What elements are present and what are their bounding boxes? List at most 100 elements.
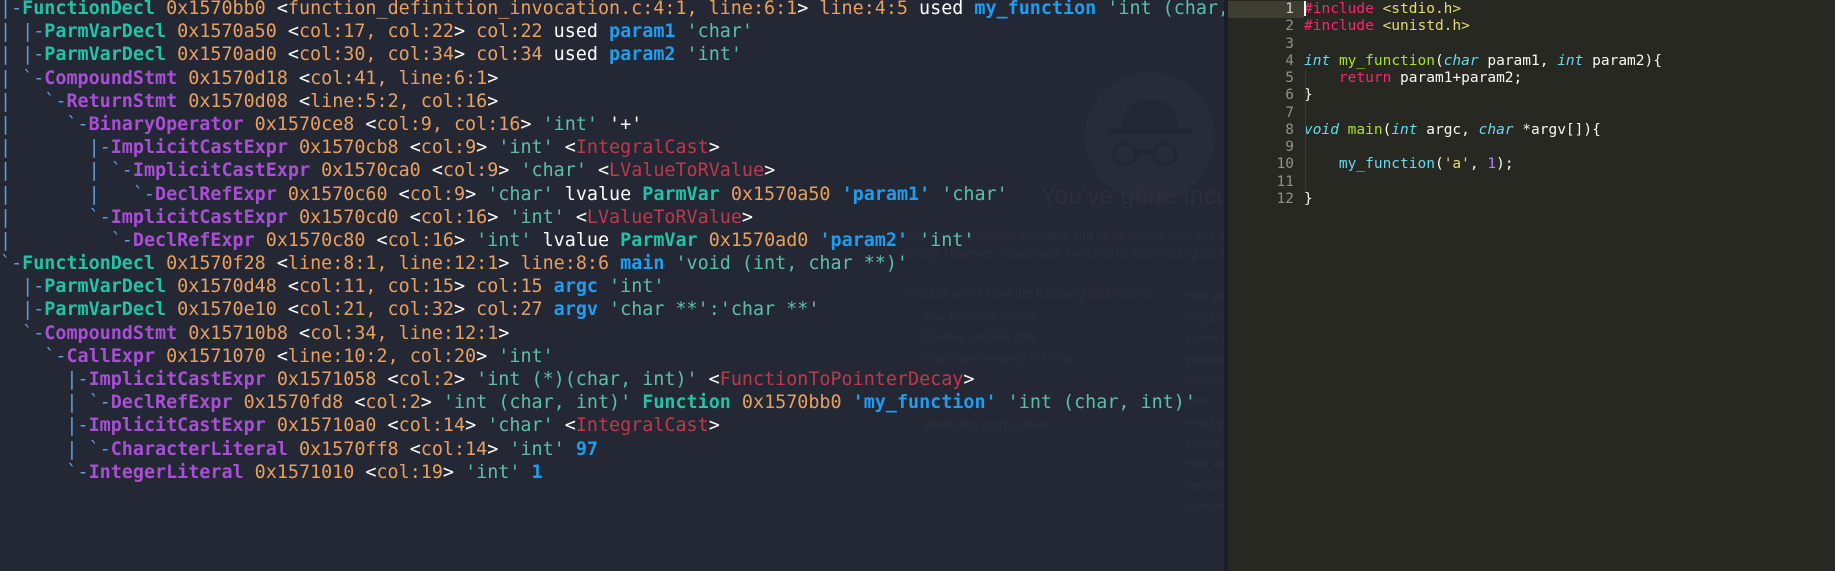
ast-token: 0x1570c60	[287, 183, 388, 205]
ast-token: 0x1571070	[166, 345, 266, 367]
ast-token: ParmVarDecl	[44, 276, 167, 298]
code-editor-panel[interactable]: 1 2 3 4 5 6 7 8 9 10 11 12 #include <stdio.h> #inclu…	[1228, 0, 1835, 571]
code-token: char	[1443, 52, 1479, 69]
ast-token	[808, 230, 819, 251]
ast-token: line:4:5	[819, 0, 908, 19]
ast-token: <	[354, 113, 377, 135]
ast-token: ParmVarDecl	[44, 44, 167, 66]
ast-token: 0x1570fd8	[243, 392, 344, 414]
ast-token: |-	[0, 369, 89, 390]
code-token: 1	[1487, 156, 1497, 173]
ast-token: | | `-	[0, 160, 133, 182]
code-token: argc,	[1417, 121, 1479, 138]
code-line[interactable]: #include <unistd.h>	[1304, 18, 1662, 35]
ast-token: `-	[0, 461, 89, 483]
ast-dump-output: |-FunctionDecl 0x1570bb0 <function_defin…	[0, 0, 1228, 484]
code-token: char	[1478, 121, 1514, 138]
ast-token: 'int (char, int)'	[442, 392, 632, 414]
line-number: 3	[1285, 35, 1294, 52]
ast-line: `-FunctionDecl 0x1570f28 <line:8:1, line…	[0, 252, 1228, 275]
ast-token: lvalue	[553, 183, 643, 205]
ast-token	[997, 392, 1008, 413]
ast-token: >	[520, 113, 532, 135]
ast-token: >	[442, 461, 454, 483]
ast-token: 0x1570ad0	[708, 229, 809, 251]
code-line[interactable]	[1304, 104, 1662, 123]
ast-token: `-	[0, 345, 67, 367]
ast-token: col:15	[476, 276, 543, 298]
ast-token	[498, 207, 509, 228]
ast-token: col:41, line:6:1	[310, 67, 488, 89]
ast-token: lvalue	[531, 229, 621, 251]
ast-token	[520, 462, 531, 483]
ast-token: >	[454, 21, 466, 43]
ast-token: | |-	[0, 21, 45, 43]
code-line[interactable]: }	[1304, 191, 1662, 208]
code-line[interactable]: void main(int argc, char *argv[]){	[1304, 121, 1662, 140]
ast-token: 0x1570f28	[166, 253, 266, 275]
ast-token: DeclRefExpr	[155, 183, 277, 205]
ast-token: <	[398, 438, 421, 460]
ast-token: IntegerLiteral	[88, 461, 244, 483]
ast-token: IntegralCast	[575, 137, 709, 159]
ast-token: 'char'	[686, 21, 753, 43]
ast-token: | `-	[0, 229, 133, 251]
ast-token: ParmVar	[642, 183, 720, 205]
ast-token	[465, 21, 476, 42]
ast-token: ImplicitCastExpr	[132, 160, 311, 182]
ast-token: 'int'	[609, 276, 665, 298]
ast-line: | `-ReturnStmt 0x1570d08 <line:5:2, col:…	[0, 90, 1228, 113]
ast-token: 'int'	[542, 113, 598, 135]
ast-token: 'int (char, int)'	[1007, 392, 1196, 414]
ast-token: <	[265, 253, 288, 275]
code-line[interactable]: }	[1304, 87, 1662, 105]
ast-token: 'param2'	[819, 229, 909, 251]
code-token: (	[1434, 156, 1444, 173]
editor-code-area[interactable]: #include <stdio.h> #include <unistd.h> in…	[1304, 1, 1662, 208]
ast-token	[277, 184, 288, 205]
ast-token: col:9	[409, 183, 466, 205]
code-line[interactable]: int my_function(char param1, int param2)…	[1304, 53, 1662, 70]
ast-token	[598, 276, 609, 297]
ast-token: <	[265, 345, 288, 367]
ast-token	[155, 0, 166, 19]
ast-token: col:11, col:15	[298, 276, 454, 298]
line-number: 2	[1285, 18, 1294, 35]
code-line[interactable]: #include <stdio.h>	[1304, 1, 1662, 18]
ast-token	[720, 184, 731, 205]
ast-token: <	[398, 137, 421, 159]
code-line[interactable]	[1304, 173, 1662, 192]
code-token: );	[1496, 156, 1514, 173]
ast-token: LValueToRValue	[586, 206, 742, 228]
ast-token	[509, 160, 520, 181]
ast-token: <	[354, 461, 377, 483]
ast-token: 'int'	[686, 44, 742, 66]
ast-token: >	[708, 137, 720, 159]
ast-token: 'int'	[498, 345, 554, 367]
ast-token: <	[365, 229, 388, 251]
ast-token	[831, 184, 842, 205]
ast-token: line:8:6	[520, 253, 610, 275]
terminal-window[interactable]: |-FunctionDecl 0x1570bb0 <function_defin…	[0, 0, 1228, 571]
code-line[interactable]	[1304, 139, 1662, 157]
ast-token	[288, 207, 299, 228]
line-number: 10	[1276, 156, 1294, 173]
ast-token: <	[387, 183, 410, 205]
line-number: 9	[1285, 139, 1294, 155]
code-line[interactable]	[1304, 36, 1662, 53]
code-token: ,	[1469, 156, 1488, 173]
ast-token: Function	[642, 392, 731, 414]
ast-token: used	[542, 21, 610, 43]
ast-token: 0x1570d08	[188, 90, 288, 112]
ast-token: '+'	[609, 113, 643, 135]
ast-token: >	[454, 276, 466, 298]
ast-token: <	[398, 206, 421, 228]
ast-token: | |-	[0, 137, 111, 159]
ast-token: 0x1570a50	[730, 183, 831, 205]
code-line[interactable]: my_function('a', 1);	[1304, 156, 1662, 174]
ast-line: | |-ParmVarDecl 0x1570ad0 <col:30, col:3…	[0, 43, 1228, 66]
code-line[interactable]: return param1+param2;	[1304, 70, 1662, 88]
